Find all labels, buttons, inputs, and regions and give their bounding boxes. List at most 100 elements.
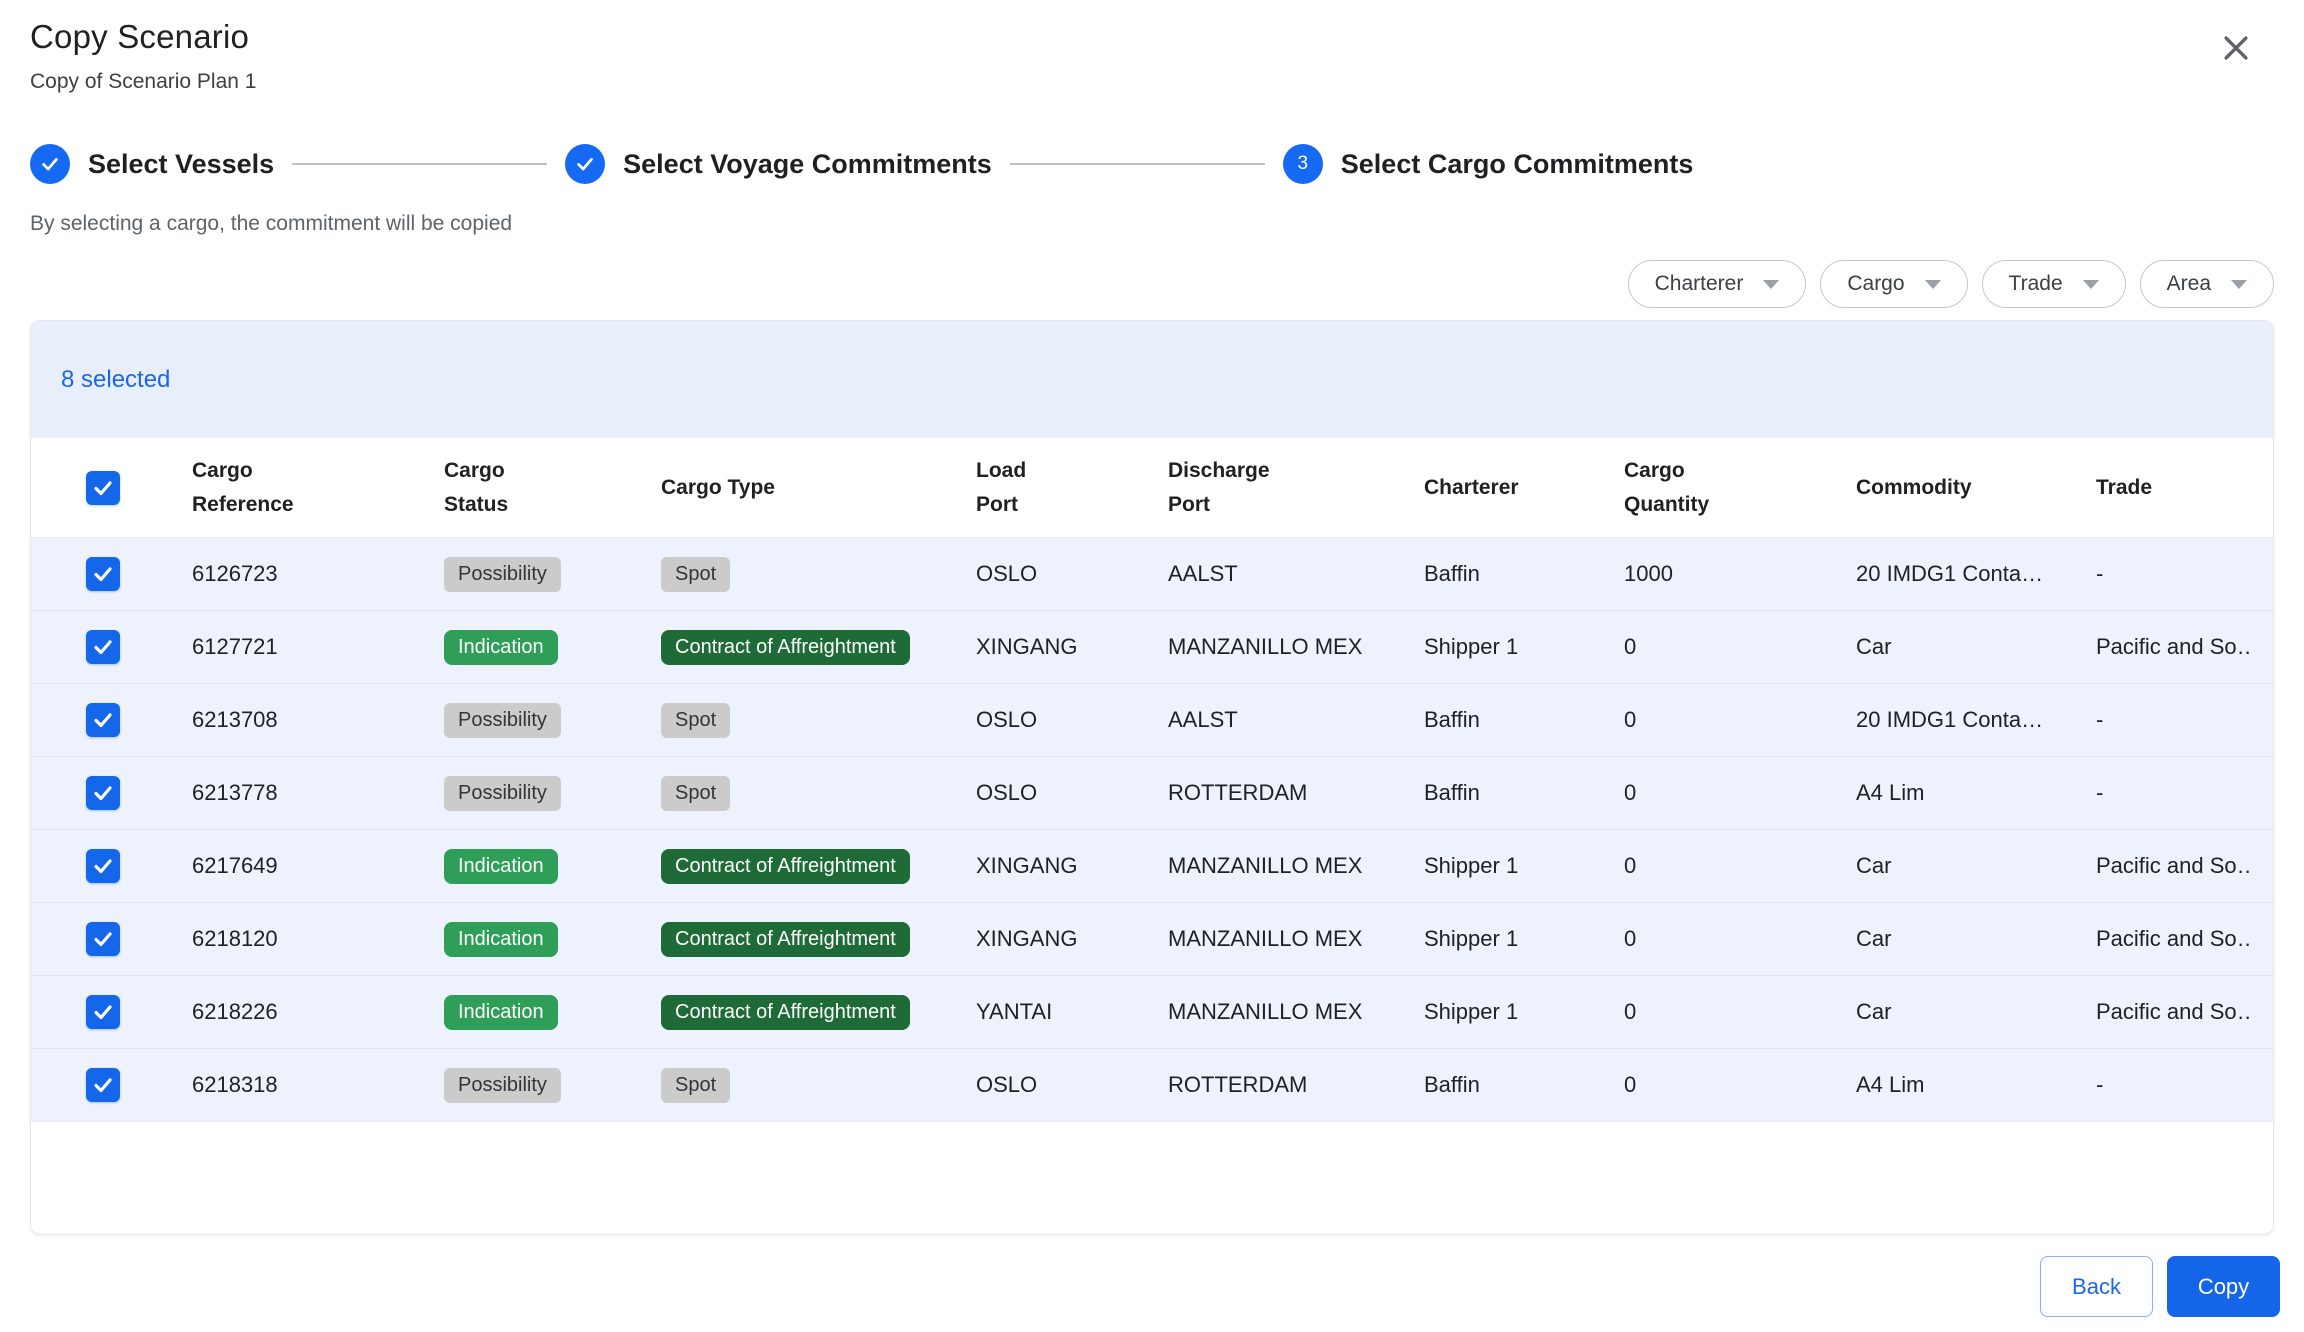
cell-commodity: Car [1856, 926, 2096, 952]
row-checkbox[interactable] [86, 922, 120, 956]
cell-cargo-type: Spot [661, 1068, 976, 1103]
cell-commodity: 20 IMDG1 Conta… [1856, 561, 2096, 587]
cargo-commitments-table-panel: 8 selected CargoReferenceCargoStatusCarg… [30, 320, 2274, 1235]
cell-cargo-type: Spot [661, 557, 976, 592]
row-checkbox-cell [55, 995, 192, 1029]
cell-trade: - [2096, 780, 2249, 806]
row-checkbox[interactable] [86, 776, 120, 810]
cell-cargo-reference: 6218120 [192, 926, 444, 952]
row-checkbox[interactable] [86, 1068, 120, 1102]
cell-cargo-status: Possibility [444, 557, 661, 592]
stepper: Select Vessels Select Voyage Commitments… [0, 142, 2304, 186]
selected-count: 8 selected [61, 366, 170, 394]
column-header-reference: CargoReference [192, 454, 444, 521]
cell-load-port: OSLO [976, 561, 1168, 587]
cargo-status-badge: Possibility [444, 1068, 561, 1103]
table-row[interactable]: 6213708 Possibility Spot OSLO AALST Baff… [31, 684, 2273, 757]
cell-cargo-type: Contract of Affreightment [661, 922, 976, 957]
cell-cargo-quantity: 0 [1624, 707, 1856, 733]
cell-commodity: Car [1856, 999, 2096, 1025]
column-header-trade: Trade [2096, 471, 2249, 505]
row-checkbox-cell [55, 1068, 192, 1102]
cell-cargo-reference: 6126723 [192, 561, 444, 587]
cell-cargo-type: Spot [661, 703, 976, 738]
selection-summary-band: 8 selected [31, 321, 2273, 438]
filter-label: Trade [2009, 272, 2063, 296]
cell-trade: - [2096, 1072, 2249, 1098]
cell-commodity: Car [1856, 634, 2096, 660]
row-checkbox[interactable] [86, 703, 120, 737]
select-all-cell [55, 471, 192, 505]
step-select-cargo-commitments[interactable]: 3 Select Cargo Commitments [1283, 144, 1694, 184]
cell-cargo-status: Possibility [444, 1068, 661, 1103]
cell-cargo-reference: 6213778 [192, 780, 444, 806]
cell-load-port: XINGANG [976, 926, 1168, 952]
cell-trade: Pacific and So… [2096, 634, 2249, 660]
cell-cargo-type: Contract of Affreightment [661, 630, 976, 665]
column-header-discharge_port: DischargePort [1168, 454, 1424, 521]
filter-trade[interactable]: Trade [1982, 260, 2126, 308]
cell-discharge-port: MANZANILLO MEX [1168, 999, 1424, 1025]
cell-trade: - [2096, 561, 2249, 587]
column-header-commodity: Commodity [1856, 471, 2096, 505]
cell-commodity: A4 Lim [1856, 1072, 2096, 1098]
table-row[interactable]: 6218226 Indication Contract of Affreight… [31, 976, 2273, 1049]
cell-load-port: OSLO [976, 780, 1168, 806]
cell-cargo-quantity: 0 [1624, 1072, 1856, 1098]
page-title: Copy Scenario [30, 18, 256, 56]
dialog-footer: Back Copy [2040, 1256, 2280, 1317]
cell-charterer: Baffin [1424, 780, 1624, 806]
cell-trade: Pacific and So… [2096, 999, 2249, 1025]
step-number-badge: 3 [1283, 144, 1323, 184]
cell-cargo-type: Spot [661, 776, 976, 811]
filter-cargo[interactable]: Cargo [1820, 260, 1967, 308]
filter-charterer[interactable]: Charterer [1628, 260, 1807, 308]
column-header-quantity: CargoQuantity [1624, 454, 1856, 521]
copy-scenario-dialog: Copy Scenario Copy of Scenario Plan 1 Se… [0, 0, 2304, 1332]
step-connector [1010, 163, 1265, 165]
step-label: Select Voyage Commitments [623, 149, 992, 180]
cell-cargo-reference: 6127721 [192, 634, 444, 660]
column-header-charterer: Charterer [1424, 471, 1624, 505]
chevron-down-icon [1925, 280, 1941, 289]
step-select-voyage-commitments[interactable]: Select Voyage Commitments [565, 144, 992, 184]
cell-commodity: Car [1856, 853, 2096, 879]
copy-button[interactable]: Copy [2167, 1256, 2280, 1317]
cargo-type-badge: Contract of Affreightment [661, 849, 910, 884]
cell-discharge-port: MANZANILLO MEX [1168, 634, 1424, 660]
cell-cargo-reference: 6218226 [192, 999, 444, 1025]
row-checkbox[interactable] [86, 849, 120, 883]
table-row[interactable]: 6218318 Possibility Spot OSLO ROTTERDAM … [31, 1049, 2273, 1122]
close-icon[interactable] [2212, 24, 2260, 72]
cell-charterer: Shipper 1 [1424, 926, 1624, 952]
cell-cargo-reference: 6217649 [192, 853, 444, 879]
filter-label: Cargo [1847, 272, 1904, 296]
step-completed-check-icon [30, 144, 70, 184]
cell-charterer: Shipper 1 [1424, 999, 1624, 1025]
row-checkbox[interactable] [86, 630, 120, 664]
cell-cargo-reference: 6218318 [192, 1072, 444, 1098]
filter-bar: Charterer Cargo Trade Area [0, 260, 2304, 308]
step-label: Select Vessels [88, 149, 274, 180]
row-checkbox[interactable] [86, 557, 120, 591]
step-select-vessels[interactable]: Select Vessels [30, 144, 274, 184]
table-row[interactable]: 6213778 Possibility Spot OSLO ROTTERDAM … [31, 757, 2273, 830]
table-row[interactable]: 6217649 Indication Contract of Affreight… [31, 830, 2273, 903]
cargo-status-badge: Indication [444, 849, 558, 884]
row-checkbox-cell [55, 557, 192, 591]
filter-label: Charterer [1655, 272, 1744, 296]
filter-area[interactable]: Area [2140, 260, 2274, 308]
dialog-header: Copy Scenario Copy of Scenario Plan 1 [0, 0, 2304, 94]
cargo-status-badge: Indication [444, 630, 558, 665]
table-row[interactable]: 6127721 Indication Contract of Affreight… [31, 611, 2273, 684]
cell-cargo-quantity: 0 [1624, 926, 1856, 952]
table-row[interactable]: 6218120 Indication Contract of Affreight… [31, 903, 2273, 976]
select-all-checkbox[interactable] [86, 471, 120, 505]
filter-label: Area [2167, 272, 2211, 296]
row-checkbox[interactable] [86, 995, 120, 1029]
back-button[interactable]: Back [2040, 1256, 2153, 1317]
table-row[interactable]: 6126723 Possibility Spot OSLO AALST Baff… [31, 538, 2273, 611]
row-checkbox-cell [55, 630, 192, 664]
cell-cargo-status: Possibility [444, 776, 661, 811]
cargo-type-badge: Spot [661, 703, 730, 738]
